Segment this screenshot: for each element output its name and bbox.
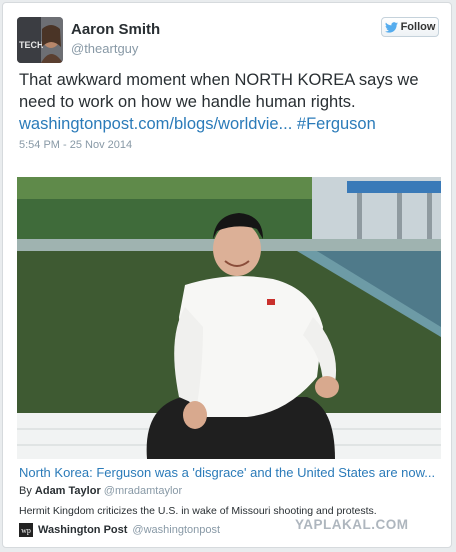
card-image[interactable] bbox=[17, 177, 441, 459]
card-description: Hermit Kingdom criticizes the U.S. in wa… bbox=[19, 505, 377, 517]
tweet-body: That awkward moment when NORTH KOREA say… bbox=[19, 71, 419, 111]
card-headline[interactable]: North Korea: Ferguson was a 'disgrace' a… bbox=[19, 465, 435, 480]
source-handle[interactable]: @washingtonpost bbox=[132, 524, 220, 536]
follow-label: Follow bbox=[400, 21, 436, 33]
watermark: YAPLAKAL.COM bbox=[295, 517, 409, 532]
washington-post-logo: wp bbox=[19, 523, 33, 537]
tweet-text: That awkward moment when NORTH KOREA say… bbox=[19, 69, 439, 135]
hashtag-link[interactable]: #Ferguson bbox=[297, 115, 376, 133]
byline-prefix: By bbox=[19, 485, 32, 497]
card-source: wp Washington Post @washingtonpost bbox=[19, 523, 220, 537]
tweet-card: TECH Aaron Smith @theartguy Follow That … bbox=[2, 2, 452, 548]
avatar[interactable]: TECH bbox=[17, 17, 63, 63]
user-name[interactable]: Aaron Smith bbox=[71, 21, 160, 38]
tweet-timestamp[interactable]: 5:54 PM - 25 Nov 2014 bbox=[19, 139, 132, 151]
source-name[interactable]: Washington Post bbox=[38, 524, 127, 536]
follow-button[interactable]: Follow bbox=[381, 17, 439, 37]
card-byline: By Adam Taylor @mradamtaylor bbox=[19, 485, 182, 497]
user-handle[interactable]: @theartguy bbox=[71, 41, 138, 56]
svg-text:TECH: TECH bbox=[19, 40, 44, 50]
twitter-bird-icon bbox=[384, 21, 398, 33]
tweet-link[interactable]: washingtonpost.com/blogs/worldvie... bbox=[19, 115, 292, 133]
author-handle[interactable]: @mradamtaylor bbox=[104, 485, 182, 497]
author-name[interactable]: Adam Taylor bbox=[35, 485, 101, 497]
